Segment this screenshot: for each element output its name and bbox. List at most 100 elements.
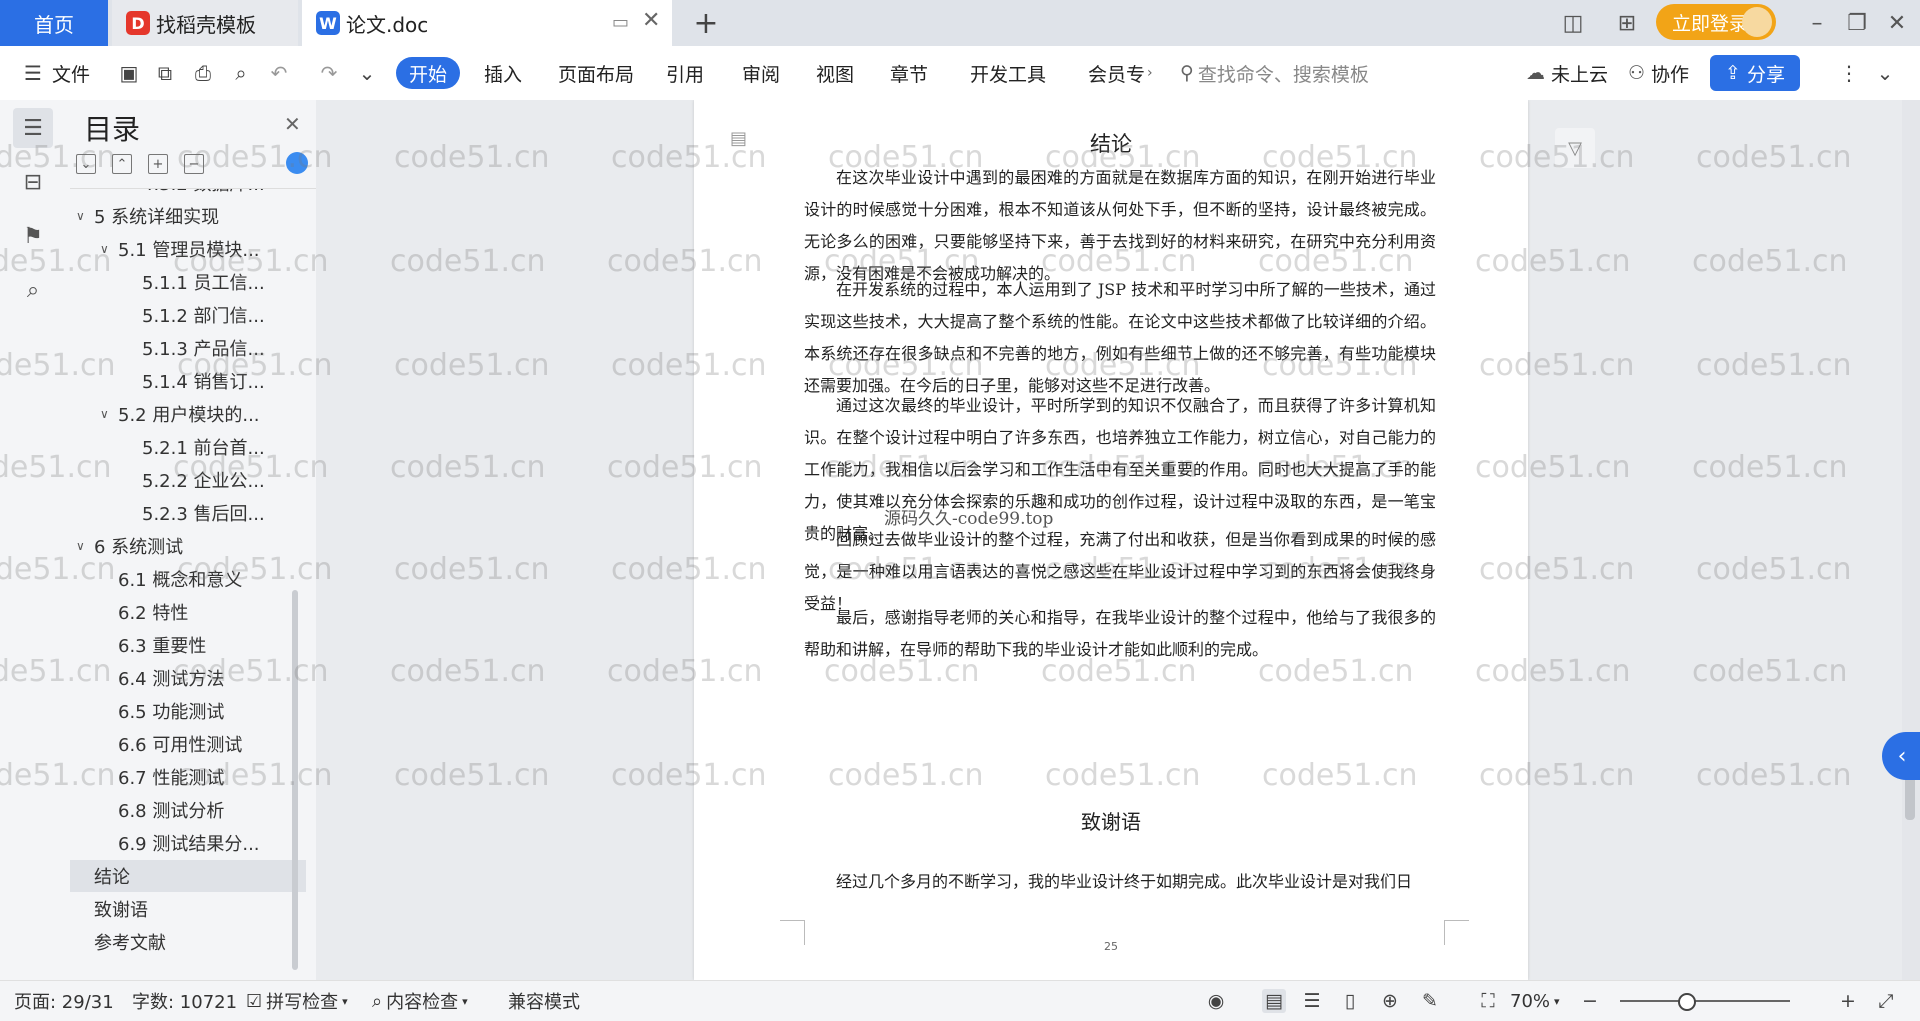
login-button[interactable]: 立即登录 [1656, 4, 1776, 40]
content-check[interactable]: ⌕ 内容检查 ▾ [372, 981, 468, 1021]
toc-item[interactable]: 6.1 概念和意义 [70, 563, 316, 595]
toc-item[interactable]: 6.2 特性 [70, 596, 316, 628]
toc-item[interactable]: 4.3.2 数据库... [70, 189, 316, 199]
document-page[interactable]: ▤ 结论 在这次毕业设计中遇到的最困难的方面就是在数据库方面的知识，在刚开始进行… [694, 100, 1528, 980]
monitor-icon[interactable]: ▭ [612, 12, 629, 33]
outline-view-icon[interactable]: ☰ [1300, 989, 1324, 1013]
ribbon-tab-insert[interactable]: 插入 [484, 46, 522, 100]
find-icon[interactable]: ⌕ [13, 270, 53, 310]
apps-grid-icon[interactable]: ⊞ [1614, 10, 1640, 36]
fit-page-icon[interactable]: ⛶ [1476, 989, 1500, 1013]
bookmark-icon[interactable]: ⚑ [13, 216, 53, 256]
tab-home[interactable]: 首页 [0, 0, 108, 46]
toc-item[interactable]: 6.8 测试分析 [70, 794, 316, 826]
new-tab-button[interactable]: + [686, 0, 726, 46]
toc-item[interactable]: 致谢语 [70, 893, 306, 925]
toc-item[interactable]: 6.4 测试方法 [70, 662, 316, 694]
undo-icon[interactable]: ↶ [266, 60, 292, 86]
toc-item-label: 6 系统测试 [94, 537, 184, 558]
ribbon-tab-label: 章节 [890, 63, 929, 86]
fullscreen-icon[interactable]: ⤢ [1874, 989, 1898, 1013]
zoom-in-icon[interactable]: + [1836, 989, 1860, 1013]
restore-icon[interactable]: ❐ [1844, 10, 1870, 36]
expand-all-icon[interactable]: ⌄ [76, 154, 96, 174]
float-tool-icon[interactable]: ▽ [1555, 128, 1595, 168]
vertical-scrollbar[interactable] [1902, 100, 1920, 980]
toc-item[interactable]: 6.7 性能测试 [70, 761, 316, 793]
toc-item[interactable]: 6.5 功能测试 [70, 695, 316, 727]
page-indicator[interactable]: 页面: 29/31 [14, 981, 114, 1021]
ribbon-tab-member[interactable]: 会员专 › [1088, 46, 1153, 100]
toc-item[interactable]: 5.1.3 产品信... [70, 332, 316, 364]
chevron-down-icon[interactable]: ∨ [100, 407, 118, 421]
minimize-icon[interactable]: – [1804, 10, 1830, 36]
spell-check[interactable]: ☑ 拼写检查 ▾ [246, 981, 348, 1021]
close-window-icon[interactable]: ✕ [1884, 10, 1910, 36]
close-tab-icon[interactable]: ✕ [642, 8, 660, 33]
toc-item[interactable]: ∨ 5.1 管理员模块... [70, 233, 316, 265]
toc-item[interactable]: ∨ 5 系统详细实现 [70, 200, 306, 232]
redo-icon[interactable]: ↷ [316, 60, 342, 86]
remove-heading-icon[interactable]: − [184, 154, 204, 174]
ribbon-tab-label: 引用 [666, 63, 705, 86]
toc-item[interactable]: 6.9 测试结果分... [70, 827, 316, 859]
toc-item[interactable]: 参考文献 [70, 926, 306, 958]
more-options-icon[interactable]: ⋮ [1836, 60, 1862, 86]
word-count[interactable]: 字数: 10721 [132, 981, 237, 1021]
toc-item[interactable]: 5.2.2 企业公... [70, 464, 316, 496]
toc-item[interactable]: 6.3 重要性 [70, 629, 316, 661]
ribbon-tab-layout[interactable]: 页面布局 [558, 46, 634, 100]
add-heading-icon[interactable]: + [148, 154, 168, 174]
toc-item[interactable]: 5.1.1 员工信... [70, 266, 316, 298]
smart-toc-icon[interactable] [286, 152, 308, 174]
tab-template[interactable]: D 找稻壳模板 [112, 0, 298, 46]
toc-item[interactable]: 5.2.1 前台首... [70, 431, 316, 463]
menu-icon[interactable]: ☰ [20, 60, 46, 86]
tab-document[interactable]: W 论文.doc ▭ ✕ [302, 0, 672, 46]
print-preview-icon[interactable]: ⌕ [228, 60, 254, 86]
toc-item[interactable]: 5.1.4 销售订... [70, 365, 316, 397]
chapter-nav-icon[interactable]: ⊟ [13, 162, 53, 202]
ribbon-tab-review[interactable]: 审阅 [742, 46, 780, 100]
collapse-all-icon[interactable]: ⌃ [112, 154, 132, 174]
toc-icon[interactable]: ☰ [13, 108, 53, 148]
toc-list: 4.3.2 数据库...∨5 系统详细实现∨5.1 管理员模块...5.1.1 … [70, 188, 316, 979]
ribbon-tab-developer[interactable]: 开发工具 [970, 46, 1046, 100]
toc-item[interactable]: 5.1.2 部门信... [70, 299, 316, 331]
command-search[interactable]: ⚲ 查找命令、搜索模板 [1180, 46, 1510, 100]
ribbon-tab-view[interactable]: 视图 [816, 46, 854, 100]
toc-item[interactable]: 结论 [70, 860, 306, 892]
zoom-slider-handle[interactable] [1678, 993, 1696, 1011]
collapse-ribbon-icon[interactable]: ⌄ [1872, 60, 1898, 86]
chevron-down-icon[interactable]: ∨ [100, 242, 118, 256]
reading-view-icon[interactable]: ▯ [1338, 989, 1362, 1013]
collaborate-button[interactable]: ⚇ 协作 [1628, 46, 1689, 100]
web-view-icon[interactable]: ⊕ [1378, 989, 1402, 1013]
pen-icon[interactable]: ✎ [1418, 989, 1442, 1013]
ribbon-tab-start[interactable]: 开始 [396, 57, 460, 89]
toc-item[interactable]: ∨ 6 系统测试 [70, 530, 306, 562]
ribbon-tab-references[interactable]: 引用 [666, 46, 704, 100]
zoom-out-icon[interactable]: − [1578, 989, 1602, 1013]
share-button[interactable]: ⇪ 分享 [1710, 55, 1800, 91]
toc-item[interactable]: 6.6 可用性测试 [70, 728, 316, 760]
toc-item[interactable]: 5.2.3 售后回... [70, 497, 316, 529]
save-icon[interactable]: ▣ [116, 60, 142, 86]
ribbon-tab-chapter[interactable]: 章节 [890, 46, 928, 100]
close-icon[interactable]: ✕ [284, 112, 301, 136]
export-icon[interactable]: ⧉ [152, 60, 178, 86]
toc-item[interactable]: ∨ 5.2 用户模块的... [70, 398, 316, 430]
chevron-down-icon[interactable]: ∨ [76, 209, 94, 223]
zoom-level[interactable]: 70% ▾ [1510, 981, 1560, 1021]
toc-scrollbar[interactable] [292, 590, 298, 970]
chevron-down-icon[interactable]: ∨ [76, 539, 94, 553]
customize-icon[interactable]: ⌄ [354, 60, 380, 86]
page-view-icon[interactable]: ▤ [1262, 989, 1286, 1013]
file-menu[interactable]: 文件 [52, 46, 90, 100]
toc-panel: 目录 ✕ ⌄ ⌃ + − 4.3.2 数据库...∨5 系统详细实现∨5.1 管… [66, 100, 316, 980]
print-icon[interactable]: ⎙ [190, 60, 216, 86]
eye-protection-icon[interactable]: ◉ [1204, 989, 1228, 1013]
cloud-status[interactable]: ☁ 未上云 [1526, 46, 1608, 100]
zoom-slider[interactable] [1620, 1000, 1790, 1002]
reading-layout-icon[interactable]: ◫ [1560, 10, 1586, 36]
